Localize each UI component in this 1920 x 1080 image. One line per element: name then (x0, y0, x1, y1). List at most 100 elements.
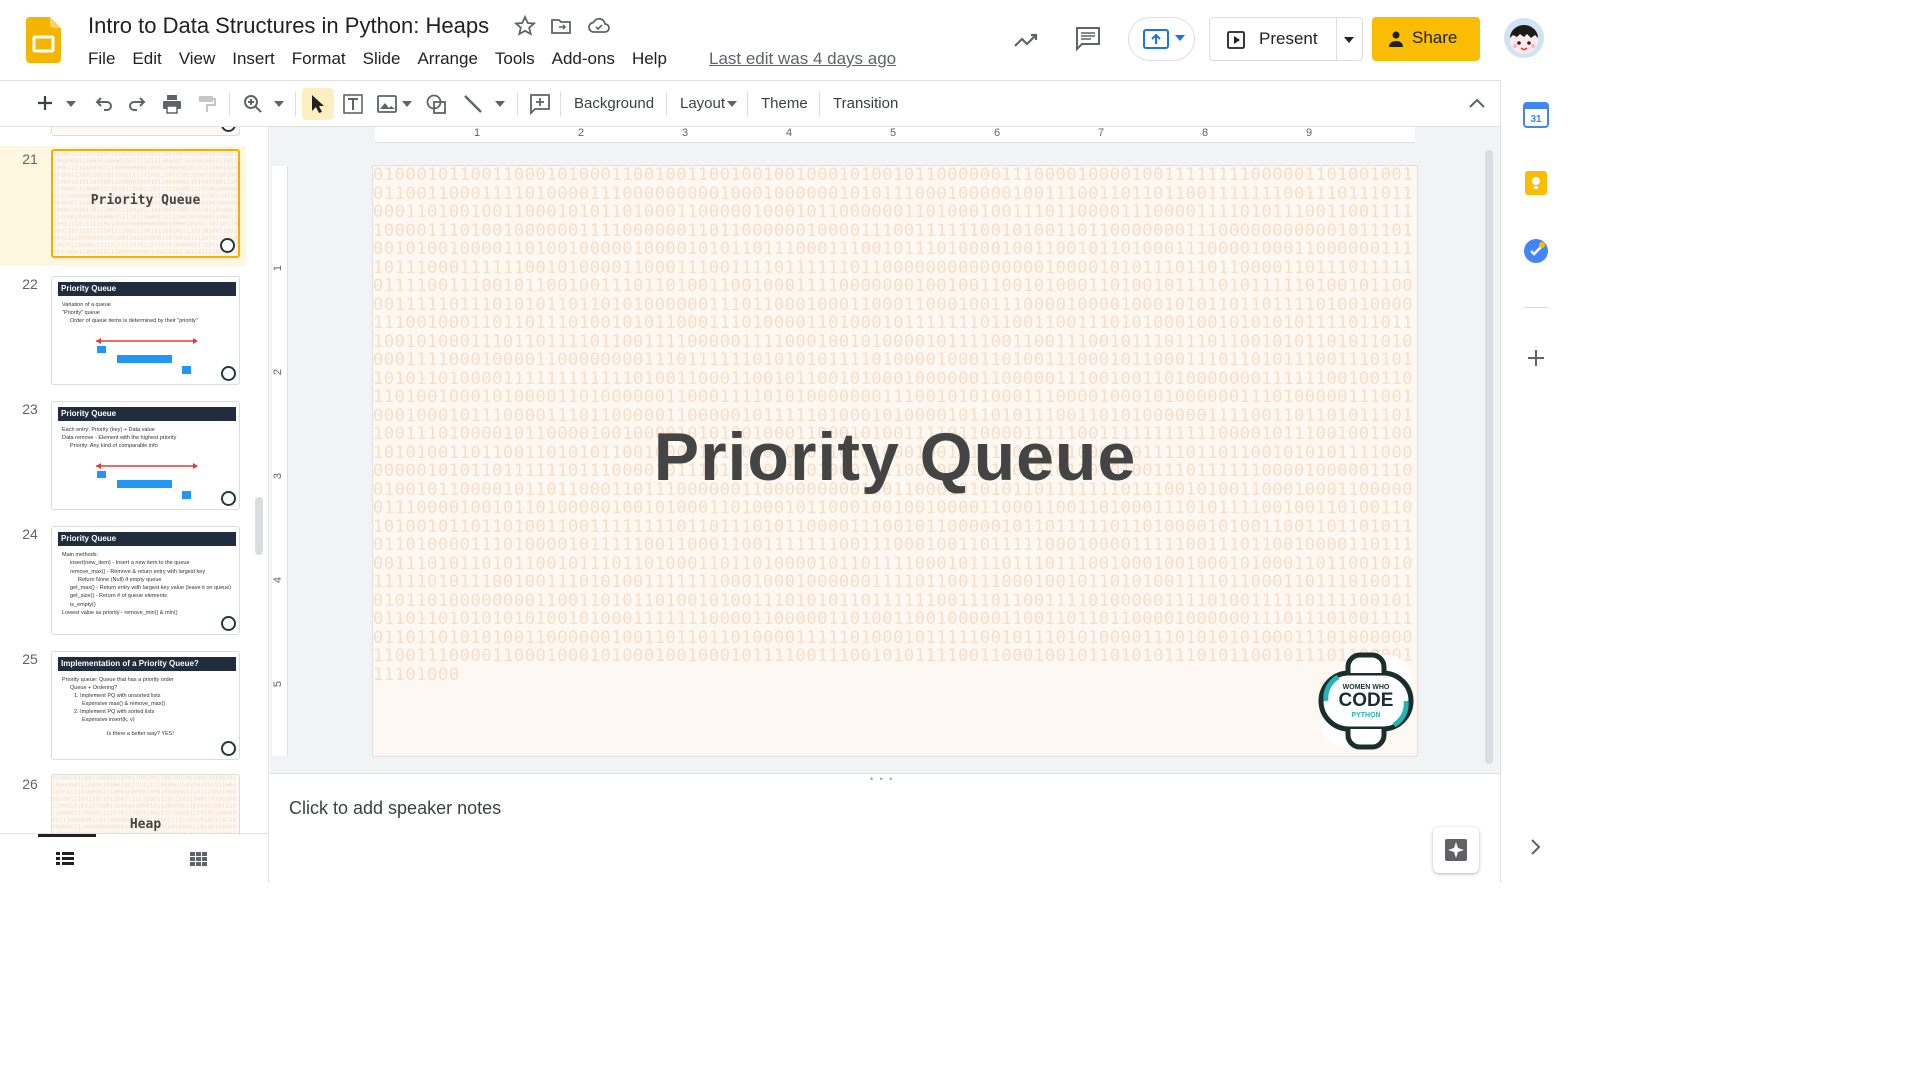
toolbar-separator (517, 92, 518, 116)
cloud-saved-icon[interactable] (587, 14, 611, 38)
priority-queue-diagram (96, 463, 198, 499)
side-panel: 31 (1500, 80, 1568, 882)
thumb-header: Implementation of a Priority Queue? (58, 657, 236, 671)
notes-resize-handle[interactable]: • • • (870, 774, 900, 784)
slide-thumbnail-25[interactable]: Implementation of a Priority Queue? Prio… (51, 651, 240, 760)
activity-trend-icon[interactable] (1012, 26, 1040, 54)
new-slide-chevron-icon[interactable] (66, 101, 76, 107)
menu-file[interactable]: File (88, 49, 115, 69)
horizontal-ruler[interactable]: 1 2 3 4 5 6 7 8 9 (375, 127, 1415, 143)
ruler-mark: 2 (578, 127, 585, 139)
current-slide[interactable]: 0100010110011000101000110010011001001001… (373, 166, 1417, 756)
star-icon[interactable] (513, 14, 537, 38)
last-edit-link[interactable]: Last edit was 4 days ago (709, 49, 896, 69)
slide-thumbnail-23[interactable]: Priority Queue Each entry: Priority (key… (51, 401, 240, 510)
zoom-chevron-icon[interactable] (274, 101, 284, 107)
speaker-notes-placeholder[interactable]: Click to add speaker notes (289, 798, 501, 819)
line-tool-icon[interactable] (462, 93, 484, 115)
avatar-image (1504, 18, 1544, 58)
calendar-icon[interactable]: 31 (1523, 102, 1549, 128)
menu-edit[interactable]: Edit (132, 49, 161, 69)
filmstrip-view-icon[interactable] (56, 852, 74, 866)
logo-line-2: CODE (1339, 690, 1394, 711)
thumb-bullet: Lowest value as priority - remove_min() … (62, 610, 178, 617)
paint-format-icon[interactable] (196, 93, 218, 115)
move-folder-icon[interactable] (549, 14, 573, 38)
play-slideshow-icon (1227, 31, 1245, 49)
slide-number: 21 (22, 151, 38, 167)
menu-help[interactable]: Help (632, 49, 667, 69)
keep-icon[interactable] (1523, 170, 1549, 196)
slide-thumbnail-22[interactable]: Priority Queue Variation of a queue "Pri… (51, 276, 240, 385)
present-options-chevron-icon[interactable] (1344, 37, 1354, 43)
menu-slide[interactable]: Slide (363, 49, 401, 69)
share-button[interactable]: Share (1372, 17, 1480, 61)
theme-button[interactable]: Theme (761, 95, 808, 112)
menu-insert[interactable]: Insert (232, 49, 275, 69)
meet-present-control[interactable] (1128, 17, 1195, 61)
slide-title-text[interactable]: Priority Queue (373, 418, 1417, 496)
tasks-icon[interactable] (1523, 238, 1549, 264)
canvas-scrollbar[interactable] (1485, 150, 1493, 764)
add-addon-plus-icon[interactable] (1526, 348, 1546, 368)
menu-arrange[interactable]: Arrange (417, 49, 477, 69)
menu-addons[interactable]: Add-ons (552, 49, 615, 69)
collapse-toolbar-chevron-icon[interactable] (1468, 97, 1486, 109)
slide-thumbnail-24[interactable]: Priority Queue Main methods: insert(new_… (51, 526, 240, 635)
ruler-mark: 1 (474, 127, 481, 139)
slide-thumbnail-21[interactable]: 0100010110011000101000110010011001001001… (51, 149, 240, 258)
ruler-mark: 6 (994, 127, 1001, 139)
thumb-bullet: Expensive insert(k, v) (82, 717, 135, 723)
queue-cells (117, 355, 172, 363)
zoom-icon[interactable] (242, 93, 264, 115)
explore-button[interactable] (1433, 827, 1479, 873)
menu-tools[interactable]: Tools (495, 49, 535, 69)
redo-icon[interactable] (127, 93, 149, 115)
toolbar-separator (819, 92, 820, 116)
wwc-logo-icon (221, 491, 236, 506)
side-panel-divider (1523, 307, 1549, 308)
menu-format[interactable]: Format (292, 49, 346, 69)
slide-canvas-area: 1 2 3 4 5 6 7 8 9 1 2 3 4 5 010001011001… (270, 127, 1500, 773)
document-title[interactable]: Intro to Data Structures in Python: Heap… (88, 13, 489, 39)
print-icon[interactable] (161, 93, 183, 115)
expand-panel-chevron-icon[interactable] (1529, 838, 1541, 856)
ruler-mark: 7 (1098, 127, 1105, 139)
line-chevron-icon[interactable] (495, 101, 505, 107)
layout-button[interactable]: Layout (680, 95, 725, 112)
select-tool[interactable] (302, 88, 334, 120)
ruler-mark: 2 (272, 368, 285, 376)
layout-chevron-icon[interactable] (727, 101, 737, 107)
present-button[interactable]: Present (1209, 17, 1363, 61)
comments-icon[interactable] (1074, 24, 1102, 52)
slides-logo-icon[interactable] (26, 17, 61, 63)
new-slide-plus-icon[interactable] (35, 93, 55, 113)
menu-view[interactable]: View (179, 49, 216, 69)
chevron-down-icon (1175, 35, 1185, 41)
image-chevron-icon[interactable] (402, 101, 412, 107)
text-box-icon[interactable] (342, 93, 364, 115)
user-avatar[interactable] (1504, 18, 1544, 58)
wwc-logo-icon (221, 366, 236, 381)
slide-thumbnail-20[interactable] (51, 127, 240, 136)
background-button[interactable]: Background (574, 95, 654, 112)
insert-image-icon[interactable] (376, 93, 398, 115)
thumb-bullet: Priority: Any kind of comparable info (70, 443, 158, 449)
vertical-ruler[interactable]: 1 2 3 4 5 (272, 166, 288, 756)
thumb-bullet: Return None (Null) if empty queue (78, 576, 162, 583)
speaker-notes-panel[interactable]: • • • Click to add speaker notes (270, 773, 1500, 882)
filmstrip-scrollbar[interactable] (255, 497, 263, 555)
grid-view-icon[interactable] (190, 852, 207, 866)
editing-toolbar: Background Layout Theme Transition (0, 80, 1500, 127)
ruler-mark: 9 (1306, 127, 1313, 139)
transition-button[interactable]: Transition (833, 95, 898, 112)
slide-thumbnail-26[interactable]: 0100010110011000101000110010011001001001… (51, 774, 240, 833)
shape-icon[interactable] (425, 93, 447, 115)
ruler-mark: 3 (272, 472, 285, 480)
slide-number: 23 (22, 401, 38, 417)
slide-number: 25 (22, 651, 38, 667)
undo-icon[interactable] (92, 93, 114, 115)
add-comment-icon[interactable] (529, 93, 551, 115)
ruler-mark: 8 (1202, 127, 1209, 139)
thumb-bullet: insert(new_item) - Insert a new item to … (70, 560, 190, 567)
